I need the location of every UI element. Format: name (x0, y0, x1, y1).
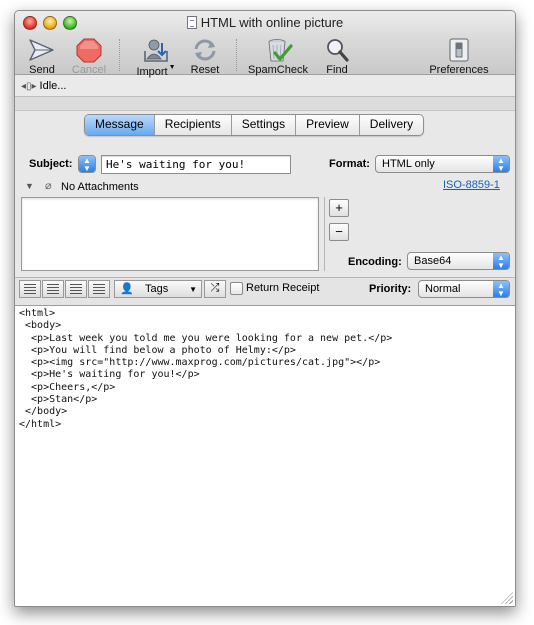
align-justify-icon (93, 284, 105, 294)
send-button[interactable]: Send (21, 37, 63, 76)
find-label: Find (326, 64, 348, 76)
switch-icon (444, 37, 474, 63)
align-right-icon (70, 284, 82, 294)
status-text: Idle... (39, 80, 67, 92)
body-line: <body> (19, 320, 62, 332)
spamcheck-label: SpamCheck (248, 64, 308, 76)
attachments-label: No Attachments (61, 181, 139, 193)
status-bar: ◂▯▸ Idle... (15, 75, 515, 97)
subject-menu-button[interactable]: ▲ ▼ (78, 155, 96, 173)
body-line: <p>Cheers,</p> (19, 381, 116, 393)
encoding-label: Encoding: (348, 256, 402, 268)
title-bar: HTML with online picture Send Cancel Imp… (15, 11, 515, 78)
window-title-area: HTML with online picture (15, 15, 515, 30)
stepper-arrows-icon: ▲ ▼ (79, 156, 95, 173)
magnifier-icon (322, 37, 352, 63)
encoding-value: Base64 (414, 255, 452, 267)
toolbar-separator (236, 39, 237, 71)
tab-message[interactable]: Message (85, 115, 154, 135)
spamcheck-button[interactable]: SpamCheck (245, 37, 311, 76)
format-select[interactable]: HTML only ▲ ▼ (375, 155, 510, 173)
body-line: <p>He's waiting for you!</p> (19, 369, 200, 381)
format-label: Format: (329, 158, 370, 170)
toolbar-separator (119, 39, 120, 71)
shuffle-icon: ⤮ (210, 282, 220, 294)
popup-arrows-icon: ▲ ▼ (493, 156, 509, 173)
toolbar: Send Cancel Import▼ Reset SpamCheck Find… (15, 37, 515, 78)
subject-label: Subject: (29, 158, 73, 170)
align-center-button[interactable] (42, 280, 64, 298)
chevron-down-icon: ▼ (189, 285, 197, 294)
send-label: Send (29, 64, 55, 76)
priority-label: Priority: (369, 283, 412, 295)
tab-recipients[interactable]: Recipients (153, 115, 231, 135)
body-line: <p>Last week you told me you were lookin… (19, 332, 393, 344)
subject-input[interactable]: He's waiting for you! (101, 155, 291, 174)
tabs-row: Message Recipients Settings Preview Deli… (15, 111, 515, 141)
remove-attachment-button[interactable]: − (329, 223, 349, 241)
window-title: HTML with online picture (200, 15, 344, 30)
app-window: HTML with online picture Send Cancel Imp… (14, 10, 516, 607)
align-right-button[interactable] (65, 280, 87, 298)
tab-preview[interactable]: Preview (295, 115, 359, 135)
priority-select[interactable]: Normal ▲ ▼ (418, 280, 510, 298)
paperclip-icon: ⌀ (45, 180, 52, 192)
import-button[interactable]: Import▼ (133, 37, 179, 78)
connection-plug-icon: ◂▯▸ (21, 81, 37, 92)
disclosure-triangle-icon[interactable]: ▼ (25, 181, 34, 191)
paper-plane-icon (27, 37, 57, 63)
stop-icon (74, 37, 104, 63)
align-left-button[interactable] (19, 280, 41, 298)
return-receipt-label: Return Receipt (246, 282, 320, 294)
format-bar: 👤 Tags ▼ ⤮ Return Receipt Priority: Norm… (15, 277, 515, 305)
body-line: <p>Stan</p> (19, 394, 98, 406)
body-line: <html> (19, 308, 56, 319)
charset-link[interactable]: ISO-8859-1 (443, 179, 500, 191)
import-icon (141, 37, 171, 63)
find-button[interactable]: Find (319, 37, 355, 76)
document-icon (186, 16, 197, 29)
tab-bar: Message Recipients Settings Preview Deli… (84, 114, 425, 136)
align-justify-button[interactable] (88, 280, 110, 298)
message-body-editor[interactable]: <html> <body> <p>Last week you told me y… (15, 305, 515, 606)
reset-arrows-icon (190, 37, 220, 63)
splitter[interactable] (15, 97, 515, 111)
import-label: Import▼ (136, 64, 176, 78)
shuffle-button[interactable]: ⤮ (204, 280, 226, 298)
align-center-icon (47, 284, 59, 294)
body-line: </body> (19, 406, 68, 418)
reset-label: Reset (190, 64, 220, 76)
popup-arrows-icon: ▲ ▼ (493, 281, 509, 298)
tab-delivery[interactable]: Delivery (358, 115, 423, 135)
divider (324, 197, 325, 271)
person-icon: 👤 (120, 283, 134, 295)
priority-value: Normal (425, 283, 461, 295)
reset-button[interactable]: Reset (185, 37, 225, 76)
trash-check-icon (263, 37, 293, 63)
tags-menu[interactable]: 👤 Tags ▼ (114, 280, 202, 298)
tags-label: Tags (145, 283, 169, 295)
encoding-select[interactable]: Base64 ▲ ▼ (407, 252, 510, 270)
attachments-list[interactable] (21, 197, 319, 271)
format-value: HTML only (382, 158, 435, 170)
body-line: <p>You will find below a photo of Helmy:… (19, 344, 296, 356)
add-attachment-button[interactable]: + (329, 199, 349, 217)
tab-settings[interactable]: Settings (230, 115, 295, 135)
align-left-icon (24, 284, 36, 294)
preferences-button[interactable]: Preferences (425, 37, 493, 76)
popup-arrows-icon: ▲ ▼ (493, 253, 509, 270)
preferences-label: Preferences (429, 64, 489, 76)
body-line: <p><img src="http://www.maxprog.com/pict… (19, 357, 381, 369)
return-receipt-checkbox[interactable] (230, 282, 243, 295)
body-line: </html> (19, 418, 62, 430)
cancel-button[interactable]: Cancel (67, 37, 111, 76)
cancel-label: Cancel (71, 64, 107, 76)
